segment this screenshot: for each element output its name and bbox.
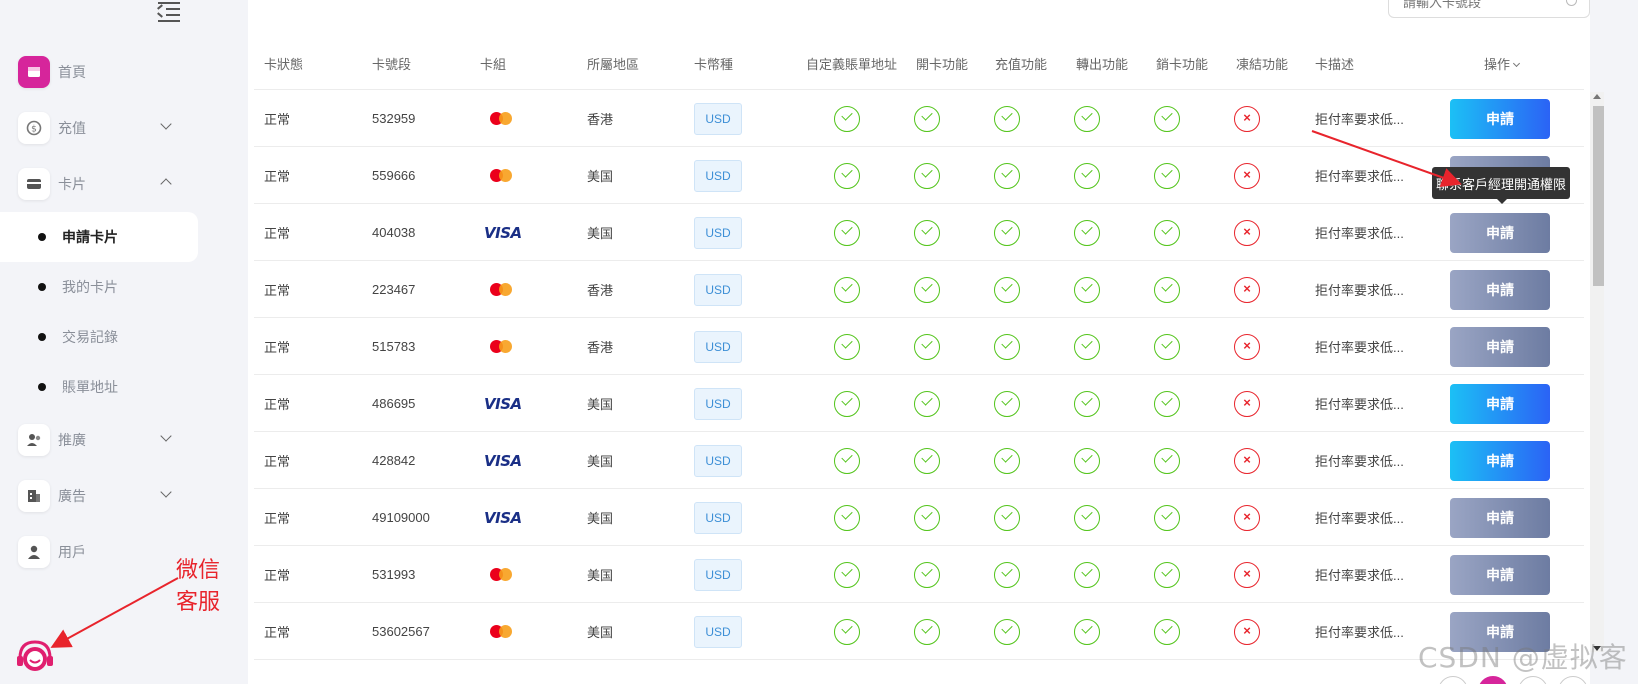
- svg-text:$: $: [31, 125, 37, 135]
